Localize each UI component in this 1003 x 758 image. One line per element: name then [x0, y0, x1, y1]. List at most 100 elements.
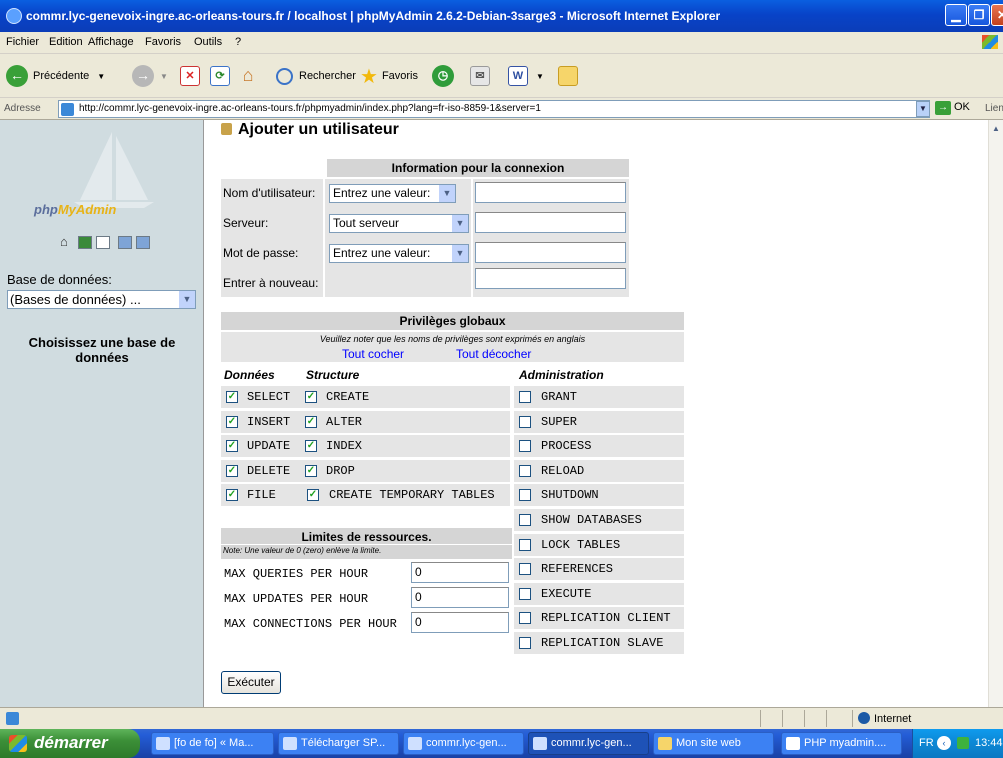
login-info-header: Information pour la connexion	[327, 159, 629, 177]
phpmyadmin-logo[interactable]: phpMyAdmin	[34, 202, 116, 217]
taskbar-item-active[interactable]: commr.lyc-gen...	[528, 732, 649, 755]
back-dropdown-icon[interactable]: ▼	[97, 72, 105, 81]
structure-privilege-checkbox[interactable]: ✓	[305, 416, 317, 428]
add-user-icon	[221, 123, 232, 135]
address-input[interactable]: http://commr.lyc-genevoix-ingre.ac-orlea…	[58, 100, 930, 118]
admin-privilege-checkbox[interactable]	[519, 588, 531, 600]
refresh-button[interactable]: ⟳	[210, 64, 230, 88]
scroll-up-icon[interactable]: ▲	[990, 124, 1002, 134]
structure-privilege-label: CREATE TEMPORARY TABLES	[329, 488, 495, 502]
admin-privilege-checkbox[interactable]	[519, 612, 531, 624]
start-button[interactable]: démarrer	[0, 729, 140, 758]
menu-fichier[interactable]: Fichier	[6, 36, 39, 48]
admin-privilege-checkbox[interactable]	[519, 539, 531, 551]
back-button[interactable]: ← Précédente ▼	[6, 64, 105, 88]
execute-button[interactable]: Exécuter	[221, 671, 281, 694]
language-indicator[interactable]: FR	[919, 737, 934, 749]
docs-icon[interactable]	[136, 236, 150, 249]
admin-privilege-checkbox[interactable]	[519, 440, 531, 452]
taskbar-item[interactable]: PHP myadmin....	[781, 732, 902, 755]
taskbar-item[interactable]: Télécharger SP...	[278, 732, 399, 755]
logo-myadmin: MyAdmin	[57, 202, 117, 217]
admin-privilege-checkbox[interactable]	[519, 465, 531, 477]
language-arrow-icon[interactable]: ‹	[937, 736, 951, 750]
server-select[interactable]: Tout serveur ▼	[329, 214, 469, 233]
taskbar-item[interactable]: [fo de fo] « Ma...	[151, 732, 274, 755]
taskbar-item[interactable]: commr.lyc-gen...	[403, 732, 524, 755]
security-zone: Internet	[858, 712, 911, 725]
admin-privilege-label: PROCESS	[541, 439, 592, 453]
data-privilege-checkbox[interactable]: ✓	[226, 489, 238, 501]
vertical-scrollbar[interactable]: ▲	[988, 120, 1003, 707]
favorites-button[interactable]: ★ Favoris	[360, 64, 418, 88]
close-button[interactable]: ✕	[991, 4, 1003, 26]
username-input[interactable]	[475, 182, 626, 203]
server-input[interactable]	[475, 212, 626, 233]
menu-favoris[interactable]: Favoris	[145, 36, 181, 48]
messenger-button[interactable]	[558, 64, 578, 88]
start-label: démarrer	[34, 733, 108, 752]
minimize-button[interactable]: ▁	[945, 4, 967, 26]
menu-help[interactable]: ?	[235, 36, 241, 48]
check-all-link[interactable]: Tout cocher	[342, 347, 404, 361]
limit-input[interactable]: 0	[411, 612, 509, 633]
maximize-button[interactable]: ❐	[968, 4, 990, 26]
data-privilege-checkbox[interactable]: ✓	[226, 416, 238, 428]
admin-privilege-checkbox[interactable]	[519, 514, 531, 526]
structure-privilege-checkbox[interactable]: ✓	[305, 465, 317, 477]
data-privilege-checkbox[interactable]: ✓	[226, 440, 238, 452]
status-bar: Internet	[0, 707, 1003, 729]
sql-icon[interactable]	[96, 236, 110, 249]
network-icon[interactable]	[957, 737, 969, 749]
forward-dropdown-icon[interactable]: ▼	[160, 72, 168, 81]
ie-icon	[6, 8, 22, 24]
menu-outils[interactable]: Outils	[194, 36, 222, 48]
admin-privilege-checkbox[interactable]	[519, 489, 531, 501]
forward-button[interactable]: → ▼	[132, 64, 168, 88]
password-select[interactable]: Entrez une valeur: ▼	[329, 244, 469, 263]
taskbar-item[interactable]: Mon site web	[653, 732, 774, 755]
col-admin-header: Administration	[519, 368, 604, 382]
home-icon[interactable]: ⌂	[60, 235, 74, 249]
history-button[interactable]: ◷	[432, 64, 454, 88]
admin-privilege-label: REPLICATION CLIENT	[541, 611, 671, 625]
status-divider	[782, 710, 783, 727]
server-label: Serveur:	[223, 216, 269, 230]
structure-privilege-checkbox[interactable]: ✓	[305, 440, 317, 452]
retype-password-input[interactable]	[475, 268, 626, 289]
menu-affichage[interactable]: Affichage	[88, 36, 134, 48]
limit-input[interactable]: 0	[411, 562, 509, 583]
exit-icon[interactable]	[78, 236, 92, 249]
search-label: Rechercher	[299, 70, 356, 82]
structure-privilege-checkbox[interactable]: ✓	[307, 489, 319, 501]
password-input[interactable]	[475, 242, 626, 263]
admin-privilege-checkbox[interactable]	[519, 391, 531, 403]
menu-edition[interactable]: Edition	[49, 36, 83, 48]
admin-privilege-checkbox[interactable]	[519, 563, 531, 575]
uncheck-all-link[interactable]: Tout décocher	[456, 347, 531, 361]
address-dropdown-icon[interactable]: ▼	[916, 101, 930, 117]
mail-button[interactable]: ✉	[470, 64, 490, 88]
search-button[interactable]: Rechercher	[276, 64, 356, 88]
structure-privilege-checkbox[interactable]: ✓	[305, 391, 317, 403]
help-icon[interactable]	[118, 236, 132, 249]
admin-privilege-checkbox[interactable]	[519, 637, 531, 649]
ie-icon	[283, 737, 297, 750]
username-select[interactable]: Entrez une valeur: ▼	[329, 184, 456, 203]
stop-button[interactable]: ✕	[180, 64, 200, 88]
go-button[interactable]: → OK	[935, 101, 970, 115]
links-label[interactable]: Lien	[985, 103, 1003, 114]
structure-privilege-label: INDEX	[326, 439, 363, 453]
database-select[interactable]: (Bases de données) ... ▼	[7, 290, 196, 309]
home-button[interactable]: ⌂	[238, 64, 258, 88]
mail-icon: ✉	[470, 66, 490, 86]
edit-word-button[interactable]: W ▼	[508, 64, 544, 88]
limit-input[interactable]: 0	[411, 587, 509, 608]
data-privilege-checkbox[interactable]: ✓	[226, 465, 238, 477]
structure-privilege-label: DROP	[326, 464, 355, 478]
structure-privilege-label: ALTER	[326, 415, 363, 429]
address-bar: Adresse http://commr.lyc-genevoix-ingre.…	[0, 98, 1003, 120]
admin-privilege-checkbox[interactable]	[519, 416, 531, 428]
data-privilege-checkbox[interactable]: ✓	[226, 391, 238, 403]
edit-dropdown-icon[interactable]: ▼	[536, 72, 544, 81]
